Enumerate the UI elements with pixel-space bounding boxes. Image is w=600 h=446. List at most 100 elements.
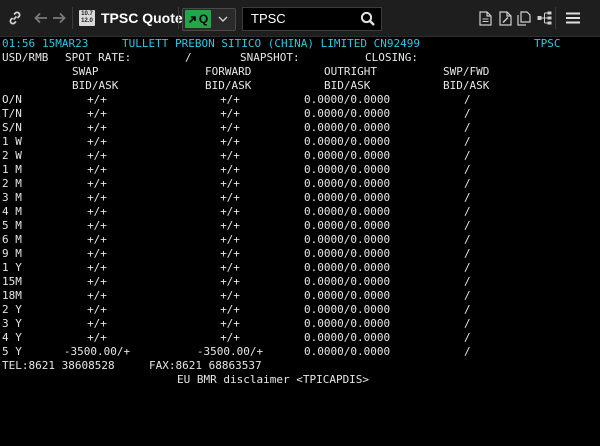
tenor-cell: 2 M <box>2 177 22 190</box>
swap-cell: +/+ <box>87 135 107 148</box>
document-edit-icon[interactable] <box>497 9 513 27</box>
outright-cell: 0.0000/0.0000 <box>304 289 391 302</box>
swp-fwd-cell: / <box>464 247 471 260</box>
swp-fwd-cell: / <box>464 317 471 330</box>
currency-pair: USD/RMB <box>2 51 49 64</box>
swap-cell: +/+ <box>87 233 107 246</box>
swap-cell: +/+ <box>87 121 107 134</box>
forward-arrow-icon[interactable] <box>50 7 68 29</box>
forward-cell: +/+ <box>220 303 240 316</box>
tenor-cell: 1 M <box>2 163 22 176</box>
outright-cell: 0.0000/0.0000 <box>304 247 391 260</box>
app-badge-top: 10.7 <box>81 11 93 17</box>
subheader-swp-fwd: BID/ASK <box>443 79 490 92</box>
outright-cell: 0.0000/0.0000 <box>304 205 391 218</box>
tel-number: TEL:8621 38608528 <box>2 359 115 372</box>
tenor-cell: T/N <box>2 107 22 120</box>
app-badge-bottom: 12.0 <box>81 18 93 24</box>
swap-cell: +/+ <box>87 303 107 316</box>
app-badge-icon: 10.7 12.0 <box>79 10 95 26</box>
toolbar-divider <box>178 7 179 29</box>
spot-rate-label: SPOT RATE: <box>65 51 132 64</box>
tree-icon[interactable] <box>536 9 552 27</box>
arrow-up-right-icon <box>188 15 196 23</box>
outright-cell: 0.0000/0.0000 <box>304 219 391 232</box>
swap-cell: +/+ <box>87 205 107 218</box>
forward-cell: +/+ <box>220 163 240 176</box>
tenor-cell: O/N <box>2 93 22 106</box>
disclaimer-link[interactable]: EU BMR disclaimer <TPICAPDIS> <box>177 373 369 387</box>
swap-cell: +/+ <box>87 219 107 232</box>
outright-cell: 0.0000/0.0000 <box>304 345 391 358</box>
forward-cell: +/+ <box>220 205 240 218</box>
swp-fwd-cell: / <box>464 191 471 204</box>
link-icon[interactable] <box>4 7 26 29</box>
document-copy-icon[interactable] <box>516 9 532 27</box>
quote-type-dropdown[interactable]: Q <box>182 8 236 31</box>
forward-cell: +/+ <box>220 317 240 330</box>
header-code: TPSC <box>534 37 561 50</box>
subheader-forward: BID/ASK <box>205 79 252 92</box>
swp-fwd-cell: / <box>464 121 471 134</box>
search-icon[interactable] <box>360 11 376 27</box>
menu-icon[interactable] <box>564 9 582 27</box>
outright-cell: 0.0000/0.0000 <box>304 317 391 330</box>
forward-cell: +/+ <box>220 149 240 162</box>
quote-page: 01:56 15MAR23 TULLETT PREBON SITICO (CHI… <box>2 37 598 445</box>
forward-cell: -3500.00/+ <box>196 345 264 358</box>
quote-type-label: Q <box>198 12 209 26</box>
search-input[interactable] <box>251 10 351 26</box>
header-date: 15MAR23 <box>42 37 89 50</box>
toolbar-divider <box>555 7 556 29</box>
subheader-swap: BID/ASK <box>72 79 119 92</box>
outright-cell: 0.0000/0.0000 <box>304 135 391 148</box>
toolbar-divider <box>72 7 73 29</box>
forward-cell: +/+ <box>220 275 240 288</box>
forward-cell: +/+ <box>220 331 240 344</box>
swp-fwd-cell: / <box>464 233 471 246</box>
outright-cell: 0.0000/0.0000 <box>304 303 391 316</box>
swap-cell: +/+ <box>87 177 107 190</box>
swap-cell: +/+ <box>87 107 107 120</box>
swap-cell: -3500.00/+ <box>63 345 131 358</box>
swp-fwd-cell: / <box>464 149 471 162</box>
chevron-down-icon[interactable] <box>214 10 232 28</box>
header-time: 01:56 <box>2 37 36 50</box>
outright-cell: 0.0000/0.0000 <box>304 191 391 204</box>
tenor-cell: 1 Y <box>2 261 22 274</box>
forward-cell: +/+ <box>220 177 240 190</box>
swp-fwd-cell: / <box>464 303 471 316</box>
search-box[interactable] <box>242 7 382 31</box>
swp-fwd-cell: / <box>464 261 471 274</box>
swap-cell: +/+ <box>87 247 107 260</box>
outright-cell: 0.0000/0.0000 <box>304 177 391 190</box>
tenor-cell: 18M <box>2 289 22 302</box>
outright-cell: 0.0000/0.0000 <box>304 107 391 120</box>
tenor-cell: 4 Y <box>2 331 22 344</box>
tenor-cell: 9 M <box>2 247 22 260</box>
outright-cell: 0.0000/0.0000 <box>304 121 391 134</box>
swp-fwd-cell: / <box>464 331 471 344</box>
swap-cell: +/+ <box>87 261 107 274</box>
tenor-cell: 2 Y <box>2 303 22 316</box>
outright-cell: 0.0000/0.0000 <box>304 93 391 106</box>
forward-cell: +/+ <box>220 219 240 232</box>
tenor-cell: 3 Y <box>2 317 22 330</box>
column-header-forward: FORWARD <box>205 65 252 78</box>
swp-fwd-cell: / <box>464 219 471 232</box>
tenor-cell: 1 W <box>2 135 22 148</box>
document-icon[interactable] <box>477 9 493 27</box>
quote-type-button[interactable]: Q <box>185 10 211 28</box>
forward-cell: +/+ <box>220 135 240 148</box>
swap-cell: +/+ <box>87 289 107 302</box>
swap-cell: +/+ <box>87 191 107 204</box>
swp-fwd-cell: / <box>464 135 471 148</box>
tenor-cell: 6 M <box>2 233 22 246</box>
swp-fwd-cell: / <box>464 205 471 218</box>
outright-cell: 0.0000/0.0000 <box>304 163 391 176</box>
forward-cell: +/+ <box>220 247 240 260</box>
forward-cell: +/+ <box>220 261 240 274</box>
tenor-cell: 5 Y <box>2 345 22 358</box>
back-arrow-icon[interactable] <box>32 7 50 29</box>
swp-fwd-cell: / <box>464 289 471 302</box>
